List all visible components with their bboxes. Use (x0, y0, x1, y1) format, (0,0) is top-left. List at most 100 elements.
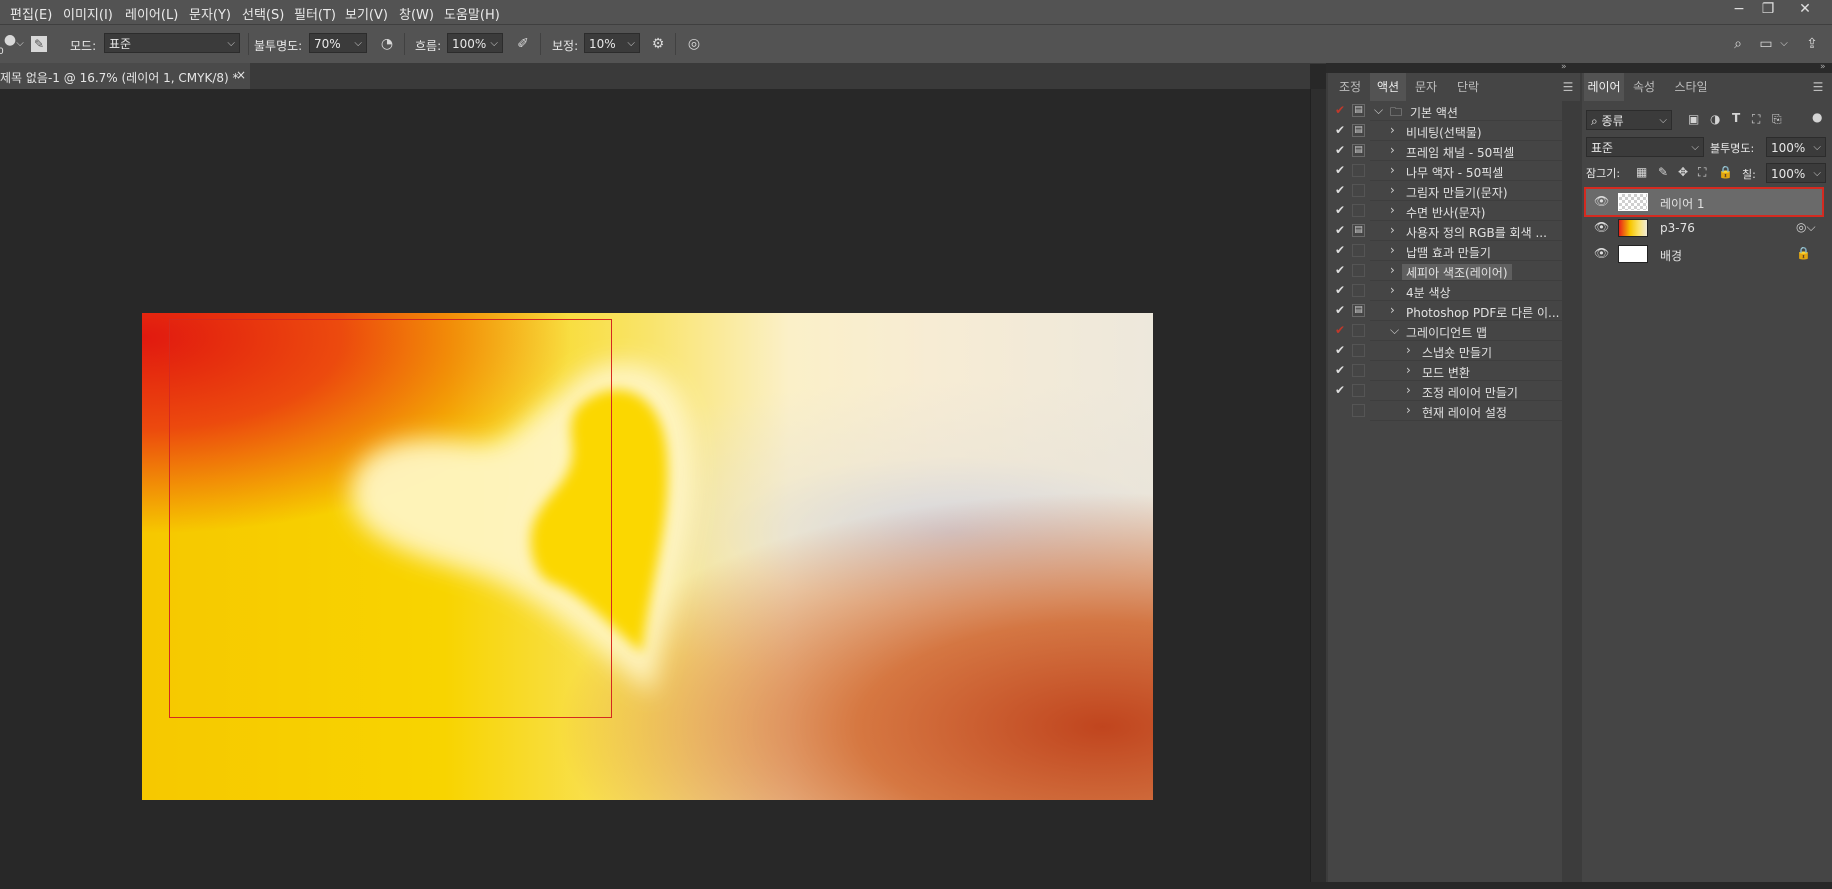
share-icon[interactable]: ⇪ (1802, 34, 1822, 54)
lock-all-icon[interactable]: 🔒 (1718, 165, 1733, 179)
vertical-scrollbar[interactable] (1310, 89, 1327, 882)
action-row[interactable]: ✔ ▤ › 사용자 정의 RGB를 회색 ... (1328, 221, 1562, 241)
layer-effects-icon[interactable]: ◎⌵ (1796, 220, 1816, 235)
chevron-down-icon[interactable]: ⌵ (1374, 103, 1383, 118)
dialog-toggle-icon[interactable] (1352, 244, 1365, 257)
tab-styles[interactable]: 스타일 (1666, 73, 1716, 101)
action-row[interactable]: ✔ ▤ › Photoshop PDF로 다른 이... (1328, 301, 1562, 321)
action-toggle-checkbox[interactable]: ✔ (1332, 103, 1348, 117)
dialog-toggle-icon[interactable] (1352, 384, 1365, 397)
dialog-toggle-icon[interactable] (1352, 164, 1365, 177)
flow-field[interactable]: 100% ⌵ (447, 33, 503, 53)
action-toggle-checkbox[interactable]: ✔ (1332, 203, 1348, 217)
tab-paragraph[interactable]: 단락 (1450, 73, 1486, 101)
action-row[interactable]: ✔ ⌵ 그레이디언트 맵 (1328, 321, 1562, 341)
filter-toggle-icon[interactable]: ● (1812, 110, 1822, 124)
collapse-icon[interactable]: » (1820, 62, 1826, 72)
lock-pixels-icon[interactable]: ✎ (1658, 165, 1668, 179)
action-toggle-checkbox[interactable]: ✔ (1332, 243, 1348, 257)
pressure-opacity-icon[interactable]: ◔ (377, 34, 397, 54)
menu-select[interactable]: 선택(S) (242, 4, 284, 23)
panel-menu-icon[interactable]: ☰ (1558, 73, 1578, 101)
chevron-right-icon[interactable]: › (1406, 383, 1411, 397)
chevron-right-icon[interactable]: › (1390, 123, 1395, 137)
action-row[interactable]: › 현재 레이어 설정 (1328, 401, 1562, 421)
search-icon[interactable]: ⌕ (1728, 34, 1748, 54)
chevron-right-icon[interactable]: › (1406, 343, 1411, 357)
action-toggle-checkbox[interactable]: ✔ (1332, 183, 1348, 197)
dialog-toggle-icon[interactable] (1352, 404, 1365, 417)
action-row[interactable]: ✔ › 모드 변환 (1328, 361, 1562, 381)
dialog-toggle-icon[interactable] (1352, 324, 1365, 337)
brush-panel-icon[interactable]: ✎ (31, 36, 47, 52)
layer-row[interactable]: 👁 레이어 1 (1584, 187, 1824, 217)
dialog-toggle-icon[interactable] (1352, 344, 1365, 357)
chevron-right-icon[interactable]: › (1390, 223, 1395, 237)
dialog-toggle-icon[interactable] (1352, 364, 1365, 377)
menu-image[interactable]: 이미지(I) (63, 4, 113, 23)
panel-collapse-bar[interactable]: » » (1326, 62, 1832, 73)
action-toggle-checkbox[interactable]: ✔ (1332, 363, 1348, 377)
chevron-right-icon[interactable]: › (1390, 243, 1395, 257)
dialog-toggle-icon[interactable]: ▤ (1352, 124, 1365, 137)
eye-icon[interactable]: 👁 (1594, 246, 1609, 260)
action-row[interactable]: ✔ › 수면 반사(문자) (1328, 201, 1562, 221)
close-icon[interactable]: × (236, 68, 246, 82)
menu-window[interactable]: 창(W) (399, 4, 434, 23)
action-toggle-checkbox[interactable]: ✔ (1332, 343, 1348, 357)
dialog-toggle-icon[interactable] (1352, 264, 1365, 277)
smart-object-filter-icon[interactable]: ⎘ (1772, 112, 1782, 127)
action-row[interactable]: ✔ › 나무 액자 - 50픽셀 (1328, 161, 1562, 181)
shape-filter-icon[interactable]: ⛶ (1752, 112, 1760, 127)
menu-help[interactable]: 도움말(H) (444, 4, 500, 23)
collapse-icon[interactable]: » (1561, 62, 1567, 72)
close-button[interactable]: ✕ (1790, 0, 1820, 20)
action-toggle-checkbox[interactable]: ✔ (1332, 143, 1348, 157)
blend-mode-select[interactable]: 표준 ⌵ (1586, 137, 1704, 157)
action-toggle-checkbox[interactable]: ✔ (1332, 123, 1348, 137)
panel-menu-icon[interactable]: ☰ (1808, 73, 1828, 101)
chevron-right-icon[interactable]: › (1390, 143, 1395, 157)
chevron-right-icon[interactable]: › (1390, 303, 1395, 317)
dialog-toggle-icon[interactable]: ▤ (1352, 104, 1365, 117)
chevron-down-icon[interactable]: ⌵ (10, 34, 30, 54)
lock-artboard-icon[interactable]: ⛶ (1698, 165, 1706, 180)
menu-filter[interactable]: 필터(T) (294, 4, 336, 23)
menu-view[interactable]: 보기(V) (345, 4, 388, 23)
type-filter-icon[interactable]: T (1732, 111, 1740, 125)
tab-properties[interactable]: 속성 (1626, 73, 1662, 101)
workspace-icon[interactable]: ▭ (1756, 34, 1776, 54)
chevron-right-icon[interactable]: › (1406, 403, 1411, 417)
dialog-toggle-icon[interactable]: ▤ (1352, 224, 1365, 237)
menu-edit[interactable]: 편집(E) (10, 4, 52, 23)
opacity-field[interactable]: 70% ⌵ (309, 33, 367, 53)
action-row[interactable]: ✔ ▤ › 비네팅(선택물) (1328, 121, 1562, 141)
action-row[interactable]: ✔ ▤ › 프레임 채널 - 50픽셀 (1328, 141, 1562, 161)
chevron-right-icon[interactable]: › (1390, 203, 1395, 217)
action-row[interactable]: ✔ › 4분 색상 (1328, 281, 1562, 301)
chevron-down-icon[interactable]: ⌵ (1774, 34, 1794, 54)
chevron-down-icon[interactable]: ⌵ (1390, 323, 1399, 338)
chevron-right-icon[interactable]: › (1390, 283, 1395, 297)
smoothing-field[interactable]: 10% ⌵ (584, 33, 640, 53)
layer-row[interactable]: 👁 p3-76 ◎⌵ (1586, 215, 1822, 241)
dialog-toggle-icon[interactable] (1352, 284, 1365, 297)
eye-icon[interactable]: 👁 (1594, 220, 1609, 234)
action-row[interactable]: ✔ › 그림자 만들기(문자) (1328, 181, 1562, 201)
eye-icon[interactable]: 👁 (1594, 194, 1609, 208)
dialog-toggle-icon[interactable] (1352, 184, 1365, 197)
mode-select[interactable]: 표준 ⌵ (104, 33, 240, 53)
chevron-right-icon[interactable]: › (1390, 163, 1395, 177)
tab-layers[interactable]: 레이어 (1584, 73, 1624, 101)
document-tab[interactable]: 제목 없음-1 @ 16.7% (레이어 1, CMYK/8) * × (0, 63, 250, 89)
menu-type[interactable]: 문자(Y) (189, 4, 231, 23)
action-toggle-checkbox[interactable]: ✔ (1332, 383, 1348, 397)
action-toggle-checkbox[interactable]: ✔ (1332, 163, 1348, 177)
dialog-toggle-icon[interactable]: ▤ (1352, 304, 1365, 317)
chevron-right-icon[interactable]: › (1390, 263, 1395, 277)
layer-row[interactable]: 👁 배경 🔒 (1586, 241, 1822, 267)
action-row[interactable]: ✔ › 세피아 색조(레이어) (1328, 261, 1562, 281)
action-toggle-checkbox[interactable]: ✔ (1332, 303, 1348, 317)
action-row[interactable]: ✔ › 납땜 효과 만들기 (1328, 241, 1562, 261)
layer-filter-select[interactable]: ⌕ 종류 ⌵ (1586, 110, 1672, 130)
